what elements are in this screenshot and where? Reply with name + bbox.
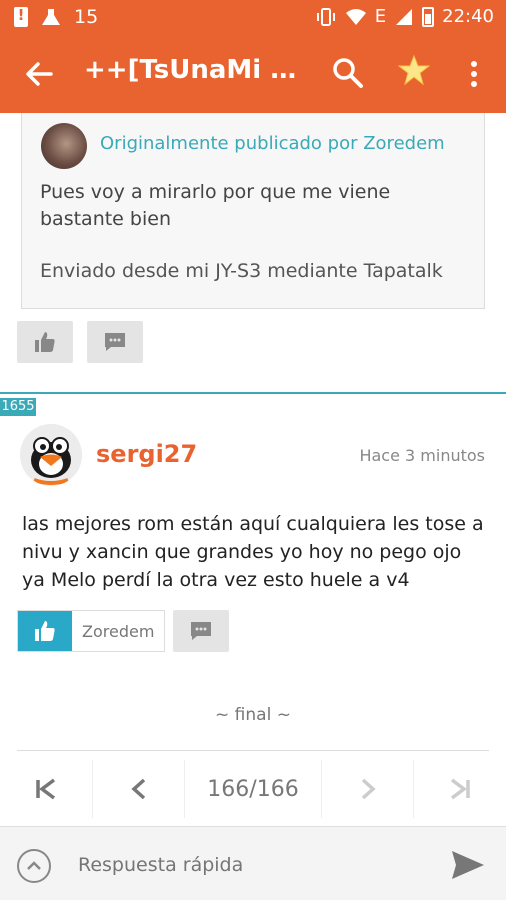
first-page-icon [36,778,56,800]
comment-icon [191,622,211,640]
like-button-prev[interactable] [17,321,73,363]
network-type: E [374,6,387,27]
signal-icon [396,8,413,25]
page-indicator[interactable]: 166/166 [185,758,321,820]
thread-end-label: ~ final ~ [215,705,291,725]
vibrate-icon [316,7,335,26]
more-vert-icon[interactable] [466,57,482,91]
last-page-icon [450,778,470,800]
status-right: E 22:40 [315,6,494,27]
send-icon [452,851,484,879]
quick-reply-bar [0,826,506,900]
quote-author[interactable]: Originalmente publicado por Zoredem [100,133,445,154]
like-group: Zoredem [17,610,166,652]
comment-icon [105,333,125,351]
next-page-button[interactable] [322,758,413,820]
quote-signature: Enviado desde mi JY-S3 mediante Tapatalk [40,260,443,282]
expand-reply-button[interactable] [17,849,51,883]
last-page-button[interactable] [414,758,506,820]
star-icon[interactable] [397,54,431,94]
chevron-up-icon [27,861,41,870]
chevron-right-icon [361,778,376,800]
quick-reply-input[interactable] [78,849,418,881]
post-divider [0,392,506,394]
app-bar: ++[TsUnaMi 5.1... [0,35,506,113]
like-button[interactable] [18,611,72,651]
pagination: 166/166 [0,758,506,820]
author-avatar[interactable] [20,424,82,486]
status-bar: 15 E 22:40 [0,0,506,35]
back-arrow-icon[interactable] [22,57,56,91]
notification-count: 15 [74,6,99,28]
post-number-badge: 1655 [0,398,36,416]
status-left: 15 [14,6,98,28]
search-icon[interactable] [330,55,366,91]
quote-text: Pues voy a mirarlo por que me viene bast… [40,181,391,230]
cleaner-icon [42,9,60,25]
post-timestamp: Hace 3 minutos [359,446,485,465]
post-body: las mejores rom están aquí cualquiera le… [22,513,484,591]
wifi-icon [345,8,366,25]
quote-avatar[interactable] [41,123,87,169]
thread-title: ++[TsUnaMi 5.1... [84,55,314,85]
comment-button-prev[interactable] [87,321,143,363]
alert-icon [14,6,28,27]
first-page-button[interactable] [0,758,92,820]
page-indicator-text: 166/166 [207,776,299,802]
thumbs-up-icon [35,332,55,352]
quote-box: Originalmente publicado por Zoredem Pues… [21,113,485,309]
prev-page-button[interactable] [93,758,184,820]
clock: 22:40 [442,6,494,27]
pager-divider [17,750,489,751]
author-name[interactable]: sergi27 [96,440,197,468]
chevron-left-icon [130,778,145,800]
send-button[interactable] [450,849,486,881]
comment-button[interactable] [173,610,229,652]
liked-by-label[interactable]: Zoredem [72,611,165,651]
battery-icon [422,6,435,27]
thumbs-up-icon [35,621,55,641]
